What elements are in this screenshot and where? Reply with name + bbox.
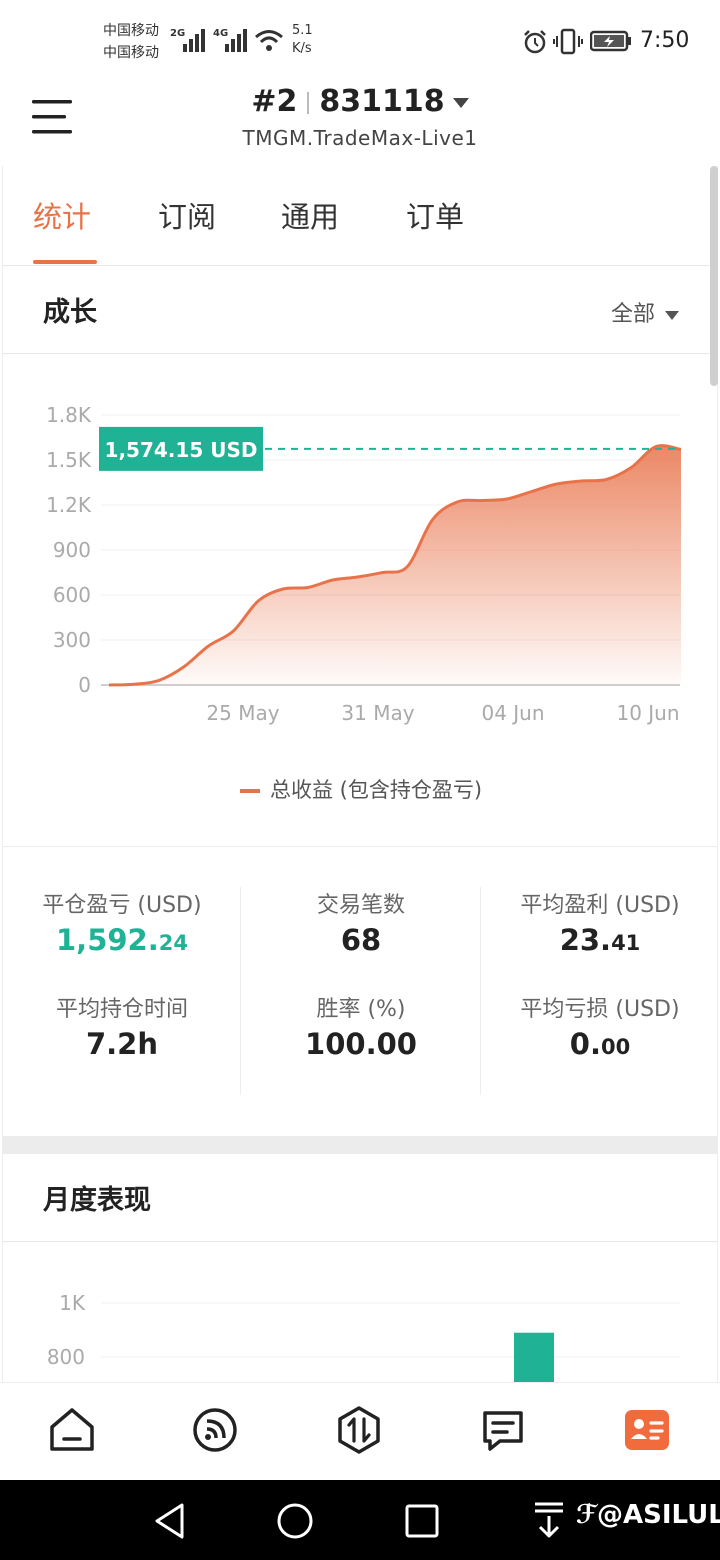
stat-value-int: 1,592. (56, 923, 159, 957)
stat-closed-pnl: 平仓盈亏 (USD) 1,592.24 (3, 887, 241, 957)
tab-orders[interactable]: 订单 (406, 194, 464, 236)
stat-trade-count: 交易笔数 68 (242, 887, 480, 957)
legend-swatch (239, 789, 260, 793)
signal-feed-icon[interactable] (190, 1405, 240, 1455)
legend-label: 总收益 (包含持仓盈亏) (269, 778, 483, 802)
x-tick-label: 31 May (341, 701, 414, 725)
y-tick-label: 900 (53, 538, 91, 562)
recent-apps-icon[interactable] (404, 1503, 440, 1539)
section-gap (3, 1136, 717, 1154)
message-icon[interactable] (478, 1405, 528, 1455)
period-filter-dropdown[interactable]: 全部 (611, 296, 679, 328)
stat-label: 平均持仓时间 (55, 997, 188, 1022)
stat-value: 68 (242, 923, 480, 957)
y-tick-label: 600 (53, 583, 91, 607)
x-tick-label: 25 May (206, 701, 279, 725)
app-header: #2 831118 TMGM.TradeMax-Live1 (0, 80, 720, 164)
growth-legend: 总收益 (包含持仓盈亏) (3, 774, 717, 804)
alarm-icon (524, 30, 546, 54)
monthly-section-header: 月度表现 (3, 1154, 717, 1242)
y-tick-label: 800 (47, 1345, 85, 1369)
stat-average-profit: 平均盈利 (USD) 23.41 (481, 887, 717, 957)
stat-label: 平仓盈亏 (USD) (42, 893, 202, 918)
y-tick-label: 1.5K (46, 448, 92, 472)
title-separator (307, 91, 310, 114)
bottom-navigation (0, 1382, 720, 1480)
watermark-text: @ASILUL (597, 1500, 720, 1530)
monthly-bar[interactable] (514, 1332, 554, 1382)
notification-pull-icon[interactable] (532, 1500, 566, 1540)
account-index: #2 (251, 84, 298, 119)
account-number: 831118 (319, 84, 445, 119)
vibrate-icon (553, 28, 583, 55)
home-icon[interactable] (47, 1405, 97, 1455)
stat-value: 1,592.24 (3, 923, 241, 957)
system-navigation-bar: ℱ@ASILUL (0, 1480, 720, 1560)
server-name: TMGM.TradeMax-Live1 (242, 126, 478, 150)
x-tick-label: 04 Jun (481, 701, 544, 725)
y-tick-label: 1.2K (46, 493, 92, 517)
carrier-labels: 中国移动 中国移动 (103, 20, 159, 64)
stat-value: 7.2h (3, 1027, 241, 1061)
profile-card-icon[interactable] (622, 1405, 672, 1455)
y-tick-label: 300 (53, 628, 91, 652)
stat-label: 胜率 (%) (316, 997, 406, 1022)
period-filter-label: 全部 (610, 302, 655, 327)
stat-win-rate: 胜率 (%) 100.00 (242, 991, 480, 1061)
stat-value: 0.00 (481, 1027, 717, 1061)
watermark-logo-icon: ℱ (576, 1500, 597, 1530)
account-selector[interactable]: #2 831118 (0, 84, 720, 119)
stat-value: 100.00 (242, 1027, 480, 1061)
signal-bars-icon (225, 29, 247, 52)
y-tick-label: 0 (78, 673, 91, 697)
status-bar: 中国移动 中国移动 2G 4G 5.1 K/s 7:50 (0, 0, 720, 80)
trade-icon[interactable] (334, 1405, 384, 1455)
stat-value-int: 68 (340, 923, 382, 957)
stat-value-int: 7.2h (85, 1027, 159, 1061)
stat-value-dec: 24 (158, 931, 188, 955)
stats-grid: 平仓盈亏 (USD) 1,592.24 交易笔数 68 平均盈利 (USD) 2… (3, 846, 717, 1136)
speed-value: 5.1 (292, 23, 313, 38)
stat-value-int: 23. (559, 923, 612, 957)
speed-unit: K/s (292, 41, 312, 56)
battery-charging-icon (590, 30, 631, 52)
stat-label: 平均盈利 (USD) (520, 893, 680, 918)
monthly-title: 月度表现 (43, 1185, 151, 1216)
growth-chart[interactable]: 0 300 600 900 1.2K 1.5K 1.8K 25 May 31 May 04 Ju… (3, 396, 718, 736)
carrier-2: 中国移动 (103, 45, 159, 61)
growth-title: 成长 (43, 297, 97, 328)
monthly-performance-chart[interactable]: 800 1K (3, 1243, 718, 1382)
stat-value-dec: 00 (600, 1035, 631, 1059)
stat-average-holding-time: 平均持仓时间 7.2h (3, 991, 241, 1061)
stat-value: 23.41 (481, 923, 717, 957)
tab-bar: 统计 订阅 通用 订单 (3, 166, 717, 266)
stat-value-int: 100.00 (305, 1027, 417, 1061)
y-tick-label: 1K (59, 1291, 86, 1315)
chevron-down-icon (665, 310, 679, 320)
stat-label: 交易笔数 (316, 893, 405, 918)
stat-value-dec: 41 (611, 931, 641, 955)
back-icon[interactable] (152, 1502, 188, 1540)
tab-subscriptions[interactable]: 订阅 (158, 194, 216, 236)
stat-label: 平均亏损 (USD) (520, 997, 680, 1022)
y-tick-label: 1.8K (46, 403, 92, 427)
tab-general[interactable]: 通用 (281, 194, 339, 236)
tab-statistics[interactable]: 统计 (33, 194, 91, 236)
stat-average-loss: 平均亏损 (USD) 0.00 (481, 991, 717, 1061)
clock: 7:50 (640, 28, 690, 53)
stat-value-int: 0. (569, 1027, 601, 1061)
wifi-icon (255, 30, 283, 51)
current-value-label: 1,574.15 USD (105, 438, 258, 462)
content-panel[interactable]: 统计 订阅 通用 订单 成长 全部 0 300 600 900 1.2K 1.5K 1.8K… (2, 166, 718, 1382)
watermark: ℱ@ASILUL (576, 1500, 720, 1530)
active-tab-indicator (33, 260, 97, 264)
x-tick-label: 10 Jun (616, 701, 679, 725)
growth-section-header: 成长 全部 (3, 266, 717, 354)
chevron-down-icon (452, 97, 469, 108)
signal-bars-icon (183, 29, 205, 52)
home-circle-icon[interactable] (276, 1502, 314, 1540)
network-speed: 5.1 K/s (292, 22, 313, 58)
carrier-1: 中国移动 (103, 23, 159, 39)
scrollbar[interactable] (710, 166, 718, 386)
